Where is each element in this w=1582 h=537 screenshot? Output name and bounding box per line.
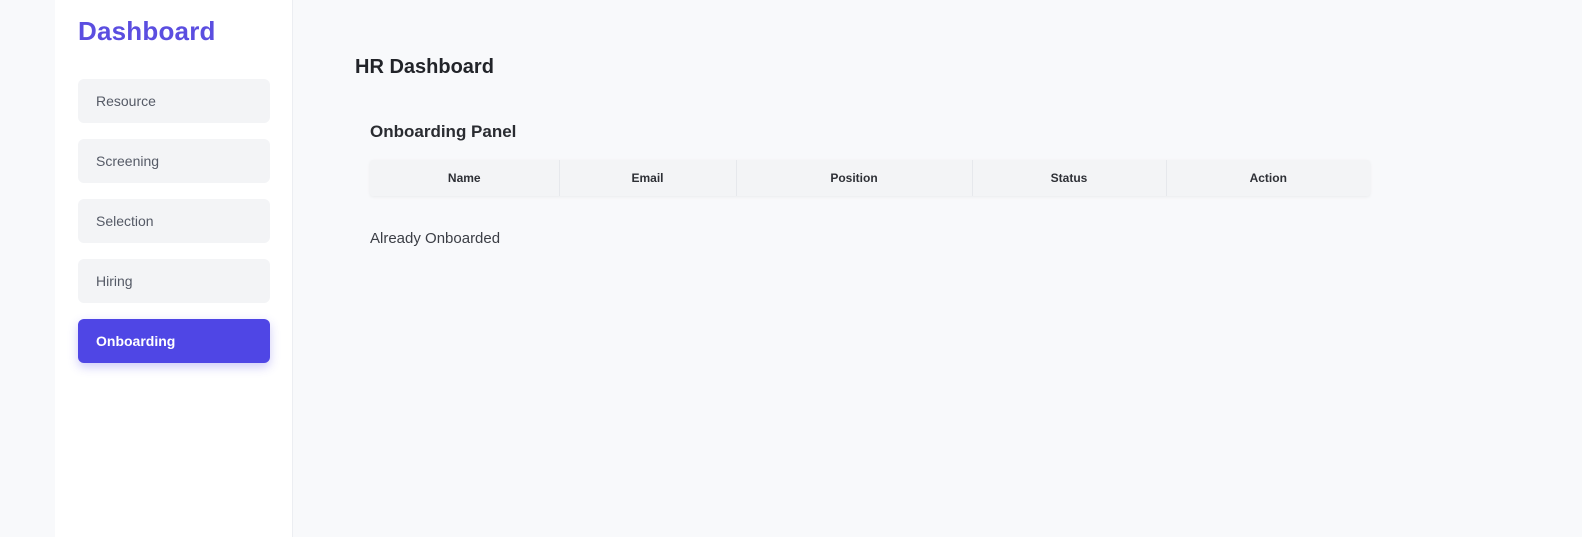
- sidebar-item-selection[interactable]: Selection: [78, 199, 270, 243]
- app-window: Dashboard Resource Screening Selection H…: [0, 0, 1582, 537]
- panel-title: Onboarding Panel: [370, 122, 517, 141]
- page-title: HR Dashboard: [355, 56, 494, 78]
- column-header-action[interactable]: Action: [1166, 160, 1370, 196]
- sidebar-item-hiring[interactable]: Hiring: [78, 259, 270, 303]
- sidebar-item-onboarding[interactable]: Onboarding: [78, 319, 270, 363]
- column-header-name[interactable]: Name: [370, 160, 560, 196]
- column-header-status[interactable]: Status: [972, 160, 1167, 196]
- table-header-row: Name Email Position Status Action: [370, 160, 1370, 196]
- main-content: HR Dashboard Onboarding Panel Name Email…: [293, 0, 1582, 537]
- column-header-email[interactable]: Email: [559, 160, 737, 196]
- sidebar-item-resource[interactable]: Resource: [78, 79, 270, 123]
- sidebar-item-screening[interactable]: Screening: [78, 139, 270, 183]
- sidebar-brand: Dashboard: [78, 16, 216, 46]
- column-header-position[interactable]: Position: [736, 160, 973, 196]
- sidebar: Dashboard Resource Screening Selection H…: [55, 0, 293, 537]
- already-onboarded-heading: Already Onboarded: [370, 230, 501, 247]
- sidebar-nav: Resource Screening Selection Hiring Onbo…: [78, 79, 270, 379]
- onboarding-table: Name Email Position Status Action: [370, 160, 1370, 196]
- table-header: Name Email Position Status Action: [370, 160, 1370, 196]
